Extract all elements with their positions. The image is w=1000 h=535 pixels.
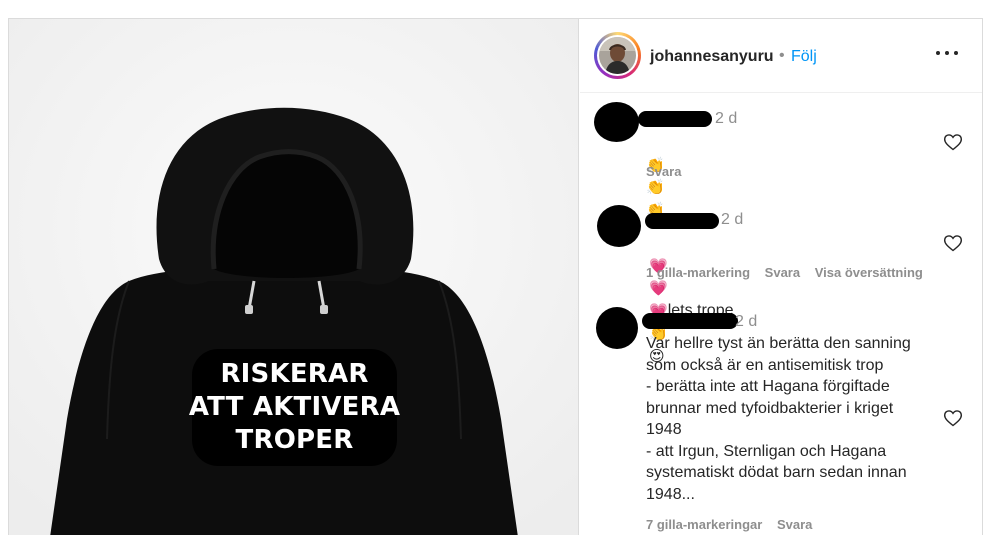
likes-count-link[interactable]: 1 gilla-markering: [646, 265, 750, 280]
follow-button[interactable]: Följ: [791, 48, 817, 66]
comment-actions: Svara: [646, 164, 692, 179]
username-link[interactable]: johannesanyuru: [650, 48, 774, 66]
post-header: johannesanyuru • Följ: [580, 19, 982, 93]
like-heart-icon[interactable]: [943, 132, 963, 152]
reply-link[interactable]: Svara: [646, 164, 681, 179]
comment-username-redacted[interactable]: [638, 111, 712, 127]
more-options-icon[interactable]: [936, 43, 958, 63]
separator-dot: •: [779, 47, 785, 64]
like-heart-icon[interactable]: [943, 408, 963, 428]
avatar: [599, 37, 636, 74]
post-image[interactable]: RISKERAR ATT AKTIVERA TROPER: [9, 19, 579, 535]
comment-username-redacted[interactable]: [645, 213, 719, 229]
see-translation-link[interactable]: Visa översättning: [815, 265, 923, 280]
comment-avatar-redacted[interactable]: [594, 102, 639, 142]
overlay-line-2: ATT AKTIVERA: [188, 392, 401, 422]
pink-heart-emoji: 💗: [649, 280, 668, 297]
post-frame: RISKERAR ATT AKTIVERA TROPER johannesany…: [8, 18, 983, 535]
comments-panel: johannesanyuru • Följ 2 d 👏 👏 👏 Svara 2 …: [580, 19, 982, 535]
comment-actions: 1 gilla-markering Svara Visa översättnin…: [646, 265, 934, 280]
comment-time[interactable]: 2 d: [735, 313, 757, 331]
comment-avatar-redacted[interactable]: [596, 307, 638, 349]
likes-count-link[interactable]: 7 gilla-markeringar: [646, 517, 762, 532]
comment-time[interactable]: 2 d: [715, 110, 737, 128]
overlay-line-1: RISKERAR: [220, 359, 369, 389]
reply-link[interactable]: Svara: [765, 265, 800, 280]
comment-username-redacted[interactable]: [642, 313, 738, 329]
comment-text: Var hellre tyst än berätta den sanning s…: [646, 335, 911, 503]
comment-time[interactable]: 2 d: [721, 211, 743, 229]
story-ring[interactable]: [594, 32, 641, 79]
comment-avatar-redacted[interactable]: [597, 205, 641, 247]
reply-link[interactable]: Svara: [777, 517, 812, 532]
like-heart-icon[interactable]: [943, 233, 963, 253]
comment-actions: 7 gilla-markeringar Svara: [646, 517, 823, 532]
text-overlay: RISKERAR ATT AKTIVERA TROPER: [188, 349, 401, 466]
overlay-line-3: TROPER: [235, 425, 354, 455]
clap-emoji: 👏: [646, 179, 665, 196]
